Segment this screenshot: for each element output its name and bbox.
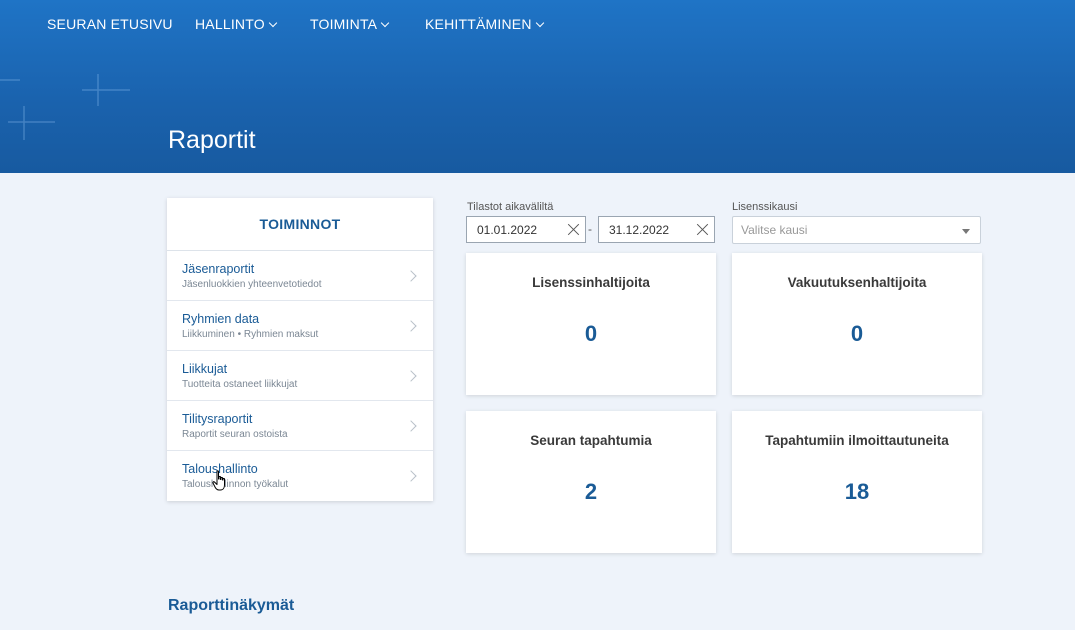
actions-panel: TOIMINNOT Jäsenraportit Jäsenluokkien yh…	[167, 198, 433, 501]
sidebar-item-subtitle: Tuotteita ostaneet liikkujat	[182, 379, 298, 390]
nav-item-hallinto[interactable]: HALLINTO	[195, 16, 278, 32]
page-title: Raportit	[168, 126, 256, 154]
stat-card-value: 0	[584, 321, 598, 346]
start-date-value: 01.01.2022	[477, 222, 538, 237]
stat-card-lisenssinhaltijoita: Lisenssinhaltijoita 0	[466, 253, 716, 395]
stat-card-title: Tapahtumiin ilmoittautuneita	[765, 433, 949, 448]
sidebar-item-tilitysraportit[interactable]: Tilitysraportit Raportit seuran ostoista	[167, 401, 433, 451]
end-date-value: 31.12.2022	[609, 222, 670, 237]
end-date-field[interactable]: 31.12.2022	[598, 216, 715, 243]
season-placeholder: Valitse kausi	[741, 223, 808, 237]
nav-item-seuran-etusivu[interactable]: SEURAN ETUSIVU	[47, 16, 173, 32]
stat-card-value: 0	[850, 321, 864, 346]
stat-card-title: Vakuutuksenhaltijoita	[787, 275, 927, 290]
decorative-plus-pattern	[0, 74, 130, 140]
clear-icon[interactable]	[567, 223, 580, 236]
actions-panel-header: TOIMINNOT	[167, 198, 433, 251]
sidebar-item-title: Ryhmien data	[182, 312, 260, 326]
top-navigation: SEURAN ETUSIVU HALLINTO TOIMINTA KEHITTÄ…	[0, 0, 1075, 46]
chevron-down-icon	[535, 18, 544, 27]
reports-section-title: Raporttinäkymät	[168, 597, 295, 614]
chevron-down-icon	[268, 18, 278, 27]
page-header-banner: SEURAN ETUSIVU HALLINTO TOIMINTA KEHITTÄ…	[0, 0, 1075, 173]
chevron-down-icon	[380, 18, 390, 27]
season-select[interactable]: Valitse kausi	[732, 216, 981, 244]
caret-down-icon	[962, 229, 970, 234]
sidebar-item-subtitle: Raportit seuran ostoista	[182, 429, 288, 440]
stat-card-seuran-tapahtumia: Seuran tapahtumia 2	[466, 411, 716, 553]
sidebar-item-title: Tilitysraportit	[182, 412, 253, 426]
sidebar-item-title: Jäsenraportit	[182, 262, 255, 276]
sidebar-item-subtitle: Liikkuminen • Ryhmien maksut	[182, 329, 319, 340]
stat-card-tapahtumiin-ilmoittautuneita: Tapahtumiin ilmoittautuneita 18	[732, 411, 982, 553]
sidebar-item-ryhmien-data[interactable]: Ryhmien data Liikkuminen • Ryhmien maksu…	[167, 301, 433, 351]
sidebar-item-title: Taloushallinto	[182, 462, 258, 476]
sidebar-item-jasenraportit[interactable]: Jäsenraportit Jäsenluokkien yhteenvetoti…	[167, 251, 433, 301]
stat-card-value: 2	[584, 479, 598, 504]
date-range-label: Tilastot aikaväliltä	[467, 201, 554, 213]
start-date-field[interactable]: 01.01.2022	[466, 216, 586, 243]
stat-card-title: Lisenssinhaltijoita	[532, 275, 650, 290]
sidebar-item-subtitle: Jäsenluokkien yhteenvetotiedot	[182, 279, 322, 290]
stat-card-value: 18	[844, 479, 870, 504]
clear-icon[interactable]	[696, 223, 709, 236]
nav-item-kehittaminen[interactable]: KEHITTÄMINEN	[425, 16, 544, 32]
season-label: Lisenssikausi	[732, 201, 798, 213]
sidebar-item-title: Liikkujat	[182, 362, 228, 376]
stat-card-title: Seuran tapahtumia	[530, 433, 652, 448]
sidebar-item-taloushallinto[interactable]: Taloushallinto Taloushallinnon työkalut	[167, 451, 433, 501]
nav-item-toiminta[interactable]: TOIMINTA	[310, 16, 390, 32]
sidebar-item-liikkujat[interactable]: Liikkujat Tuotteita ostaneet liikkujat	[167, 351, 433, 401]
sidebar-item-subtitle: Taloushallinnon työkalut	[182, 479, 289, 490]
date-separator: -	[588, 222, 592, 236]
stat-card-vakuutuksenhaltijoita: Vakuutuksenhaltijoita 0	[732, 253, 982, 395]
